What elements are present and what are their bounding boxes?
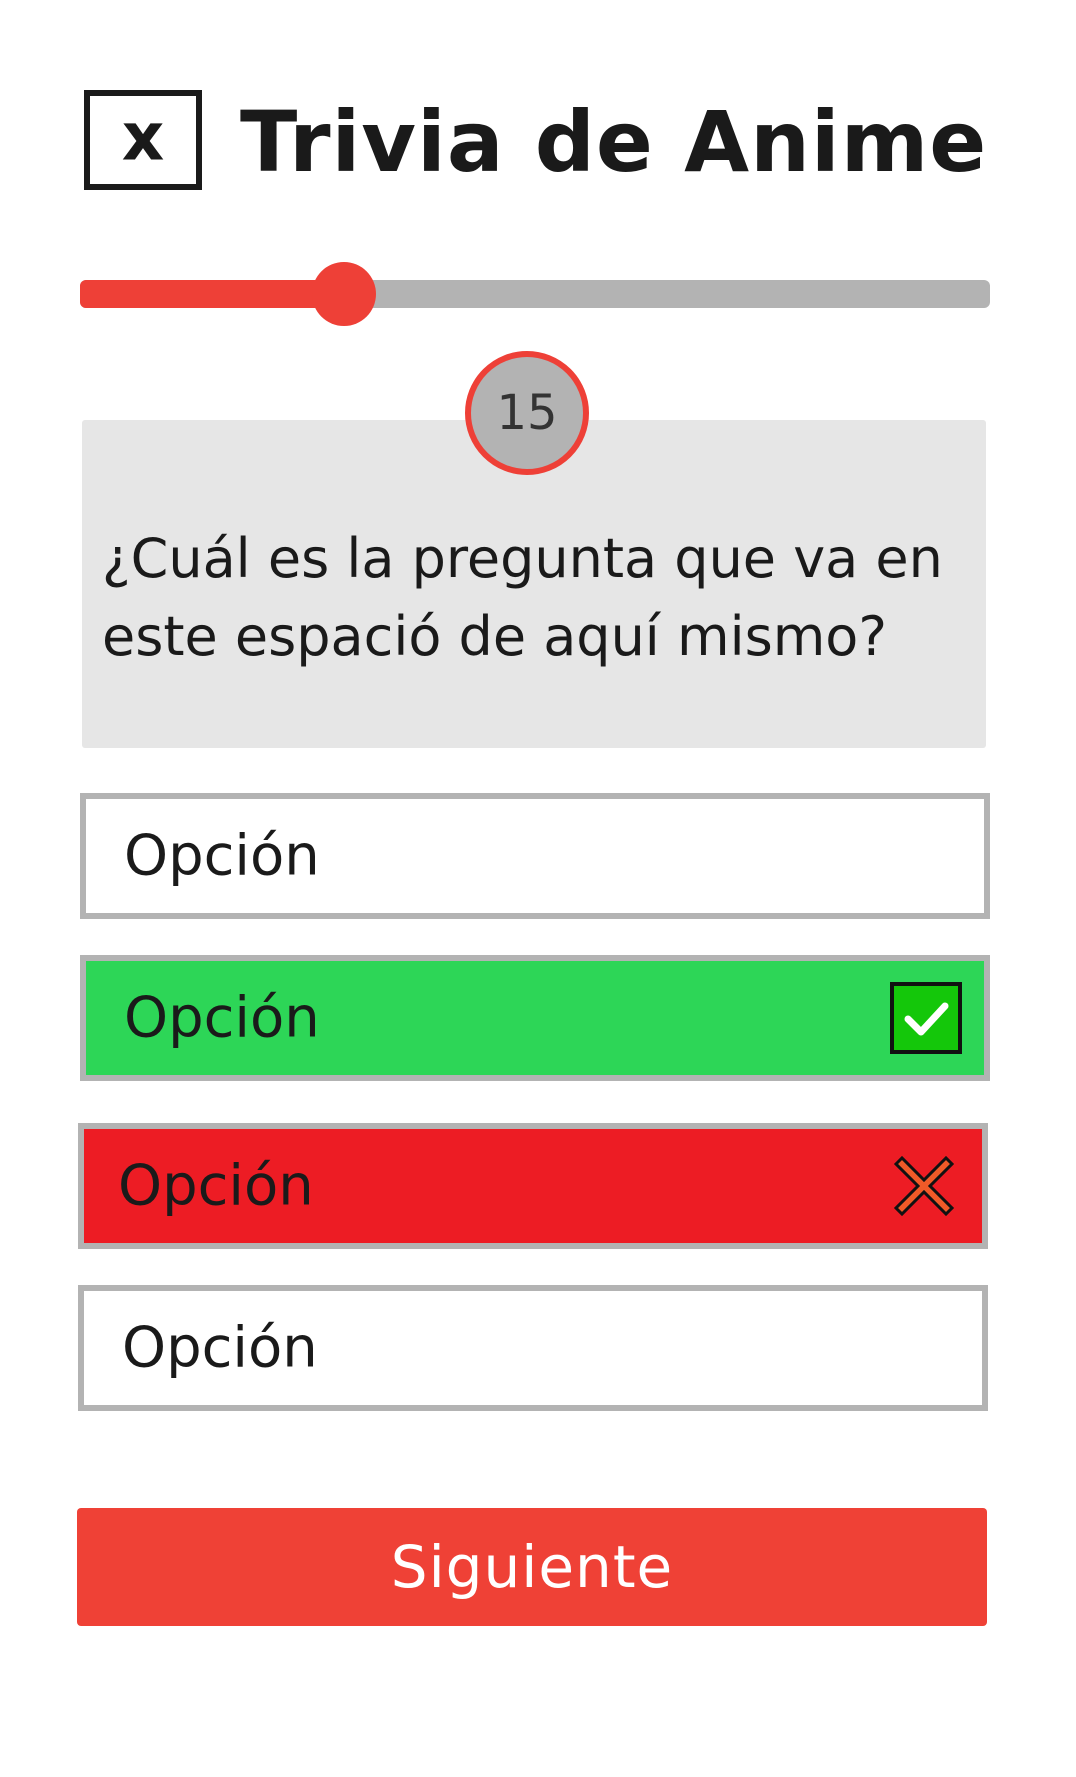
app-header: x Trivia de Anime [84,90,1004,200]
progress-thumb[interactable] [311,262,376,326]
option-2[interactable]: Opción [80,955,990,1081]
option-label: Opción [124,985,320,1051]
option-3[interactable]: Opción [78,1123,988,1249]
timer-badge: 15 [465,351,589,475]
question-text: ¿Cuál es la pregunta que va en este espa… [102,527,943,668]
option-1[interactable]: Opción [80,793,990,919]
x-box-icon: x [84,90,202,190]
next-button[interactable]: Siguiente [77,1508,987,1626]
option-label: Opción [118,1153,314,1219]
option-label: Opción [124,823,320,889]
option-4[interactable]: Opción [78,1285,988,1411]
option-label: Opción [122,1315,318,1381]
progress-slider[interactable] [80,262,990,326]
check-icon [890,982,962,1054]
logo-glyph: x [121,98,165,176]
x-mark-icon [888,1150,960,1222]
page-title: Trivia de Anime [240,93,988,191]
progress-fill [80,280,344,308]
